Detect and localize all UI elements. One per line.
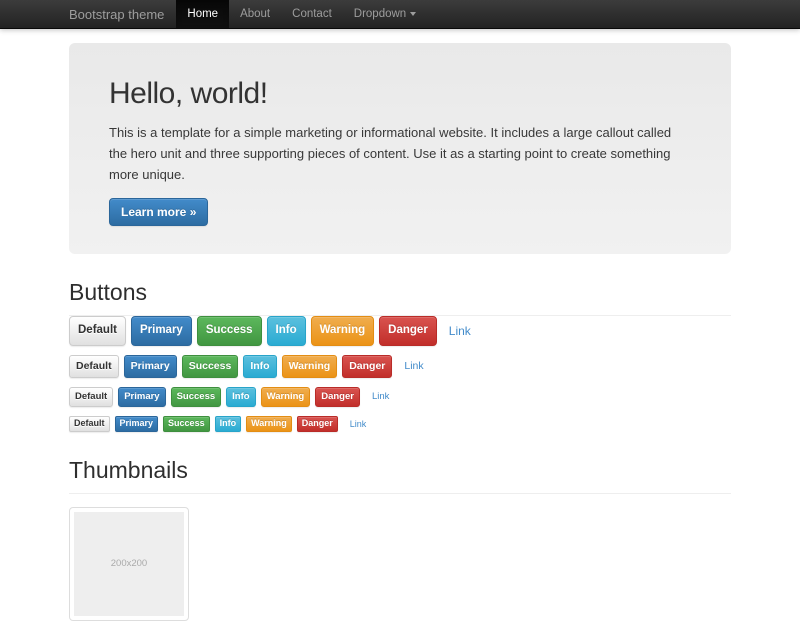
default-button-xs[interactable]: Default [69,416,110,432]
nav-item-contact[interactable]: Contact [281,0,343,28]
info-button-lg[interactable]: Info [267,316,306,346]
danger-button-sm[interactable]: Danger [315,387,360,407]
success-button-lg[interactable]: Success [197,316,262,346]
thumbnails-section-header: Thumbnails [69,457,731,494]
default-button-sm[interactable]: Default [69,387,113,407]
primary-button-md[interactable]: Primary [124,355,177,379]
link-button-xs[interactable]: Link [350,419,367,429]
nav-item-home[interactable]: Home [176,0,229,28]
hero-title: Hello, world! [109,79,691,109]
nav-item-home-label: Home [187,0,218,29]
nav-item-about-label: About [240,0,270,29]
info-button-md[interactable]: Info [243,355,276,379]
warning-button-lg[interactable]: Warning [311,316,375,346]
default-button-md[interactable]: Default [69,355,119,379]
success-button-xs[interactable]: Success [163,416,210,432]
thumbnails-section-title: Thumbnails [69,457,731,484]
danger-button-lg[interactable]: Danger [379,316,437,346]
navbar-menu: Home About Contact Dropdown [176,0,427,28]
primary-button-xs[interactable]: Primary [115,416,159,432]
nav-item-contact-label: Contact [292,0,332,29]
button-row-extra-small: Default Primary Success Info Warning Dan… [69,416,731,432]
buttons-section-title: Buttons [69,279,731,306]
link-button-lg[interactable]: Link [449,324,471,338]
warning-button-md[interactable]: Warning [282,355,338,379]
link-button-sm[interactable]: Link [372,391,389,402]
button-row-large: Default Primary Success Info Warning Dan… [69,316,731,346]
navbar-brand[interactable]: Bootstrap theme [69,0,176,28]
warning-button-sm[interactable]: Warning [261,387,311,407]
button-row-default: Default Primary Success Info Warning Dan… [69,355,731,379]
placeholder-image-label: 200x200 [111,558,147,569]
top-navbar: Bootstrap theme Home About Contact Dropd… [0,0,800,29]
default-button-lg[interactable]: Default [69,316,126,346]
primary-button-lg[interactable]: Primary [131,316,192,346]
info-button-sm[interactable]: Info [226,387,255,407]
success-button-sm[interactable]: Success [171,387,222,407]
nav-item-dropdown[interactable]: Dropdown [343,0,427,28]
button-row-small: Default Primary Success Info Warning Dan… [69,387,731,407]
buttons-section-header: Buttons [69,279,731,316]
nav-item-dropdown-label: Dropdown [354,0,406,29]
nav-item-about[interactable]: About [229,0,281,28]
primary-button-sm[interactable]: Primary [118,387,165,407]
danger-button-xs[interactable]: Danger [297,416,338,432]
danger-button-md[interactable]: Danger [342,355,392,379]
link-button-md[interactable]: Link [404,360,423,372]
hero-description: This is a template for a simple marketin… [109,122,691,185]
warning-button-xs[interactable]: Warning [246,416,292,432]
info-button-xs[interactable]: Info [215,416,242,432]
learn-more-button[interactable]: Learn more » [109,198,208,226]
caret-down-icon [410,12,416,16]
success-button-md[interactable]: Success [182,355,239,379]
thumbnail-link[interactable]: 200x200 [69,507,189,621]
jumbotron: Hello, world! This is a template for a s… [69,43,731,254]
